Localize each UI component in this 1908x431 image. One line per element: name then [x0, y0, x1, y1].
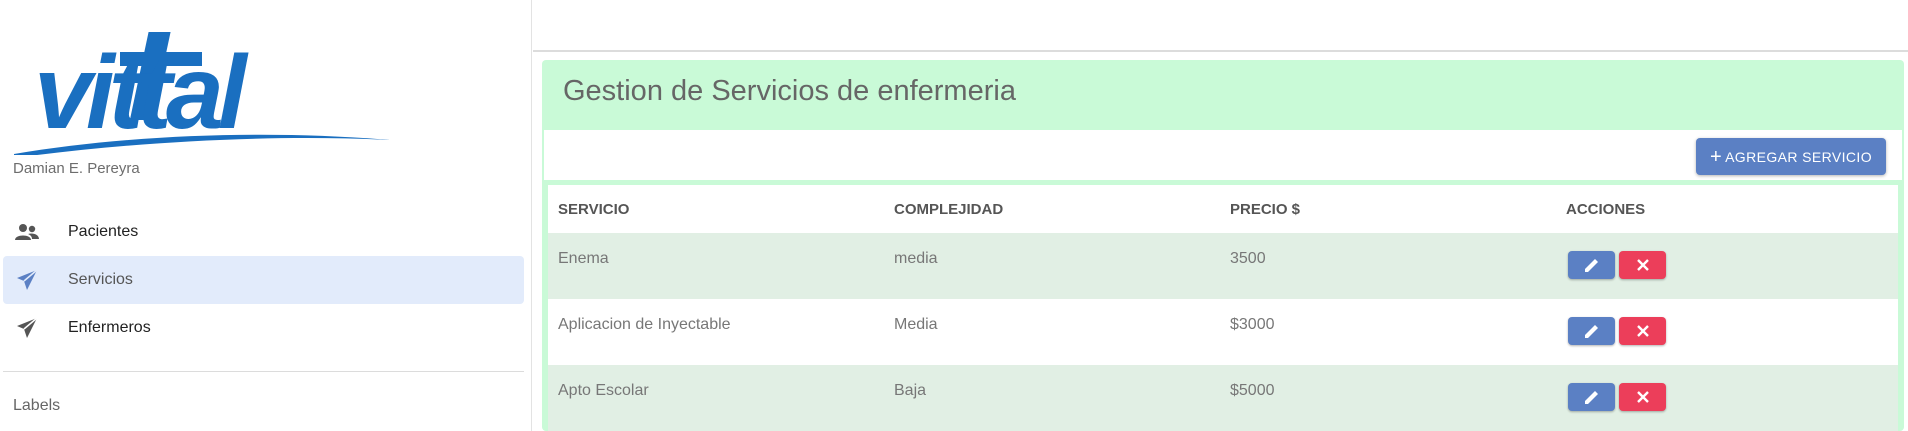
close-icon [1636, 391, 1649, 403]
toolbar: + AGREGAR SERVICIO [544, 130, 1902, 180]
services-table: SERVICIO COMPLEJIDAD PRECIO $ ACCIONES E… [548, 185, 1898, 431]
page-title: Gestion de Servicios de enfermeria [563, 75, 1016, 107]
table-row: Aplicacion de Inyectable Media $3000 [548, 299, 1898, 365]
sidebar-item-label: Enfermeros [68, 319, 151, 336]
cell-acciones [1556, 299, 1898, 345]
add-service-button[interactable]: + AGREGAR SERVICIO [1696, 138, 1886, 175]
header-servicio[interactable]: SERVICIO [548, 201, 884, 218]
plus-icon: + [1709, 145, 1723, 168]
cell-complejidad: Baja [894, 382, 927, 399]
cell-complejidad: Media [894, 316, 938, 333]
send-icon [14, 267, 40, 293]
edit-button[interactable] [1568, 383, 1615, 411]
delete-button[interactable] [1619, 317, 1666, 345]
send-icon [14, 315, 40, 341]
edit-button[interactable] [1568, 251, 1615, 279]
cell-precio: $5000 [1230, 382, 1275, 399]
vittal-logo: vittal [14, 32, 390, 155]
table-header: SERVICIO COMPLEJIDAD PRECIO $ ACCIONES [548, 185, 1898, 233]
labels-heading: Labels [13, 397, 61, 414]
cell-precio: $3000 [1230, 316, 1275, 333]
cell-acciones [1556, 365, 1898, 411]
pencil-icon [1584, 325, 1598, 338]
pencil-icon [1584, 391, 1598, 404]
delete-button[interactable] [1619, 383, 1666, 411]
sidebar-item-label: Pacientes [68, 223, 139, 240]
cell-complejidad: media [894, 250, 938, 267]
header-precio[interactable]: PRECIO $ [1220, 201, 1556, 218]
table-row: Apto Escolar Baja $5000 [548, 365, 1898, 431]
sidebar-item-label: Servicios [68, 271, 133, 288]
cell-servicio: Aplicacion de Inyectable [558, 316, 731, 333]
close-icon [1636, 325, 1649, 337]
svg-text:vittal: vittal [34, 35, 249, 151]
delete-button[interactable] [1619, 251, 1666, 279]
cell-servicio: Apto Escolar [558, 382, 649, 399]
header-complejidad[interactable]: COMPLEJIDAD [884, 201, 1220, 218]
cell-precio: 3500 [1230, 250, 1266, 267]
pencil-icon [1584, 259, 1598, 272]
edit-button[interactable] [1568, 317, 1615, 345]
sidebar-item-enfermeros[interactable]: Enfermeros [3, 304, 524, 352]
close-icon [1636, 259, 1649, 271]
header-acciones: ACCIONES [1566, 200, 1646, 218]
sidebar-divider [3, 371, 524, 372]
people-icon [14, 219, 40, 245]
services-card: Gestion de Servicios de enfermeria + AGR… [542, 60, 1904, 431]
add-service-label: AGREGAR SERVICIO [1725, 148, 1873, 165]
cell-servicio: Enema [558, 250, 609, 267]
top-bar [533, 0, 1908, 52]
sidebar-item-servicios[interactable]: Servicios [3, 256, 524, 304]
sidebar-item-pacientes[interactable]: Pacientes [3, 208, 524, 256]
user-name: Damian E. Pereyra [13, 160, 140, 177]
sidebar: vittal Damian E. Pereyra Pacientes Servi… [0, 0, 532, 431]
cell-acciones [1556, 233, 1898, 279]
table-row: Enema media 3500 [548, 233, 1898, 299]
